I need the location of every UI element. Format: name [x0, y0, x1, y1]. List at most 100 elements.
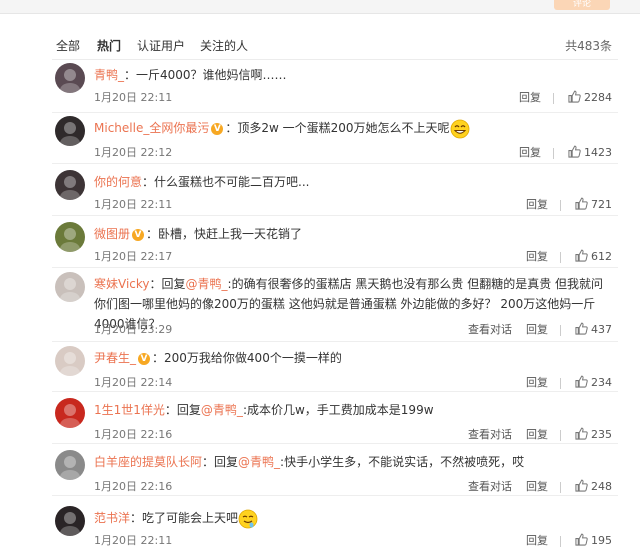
like-count: 248	[591, 480, 612, 493]
filter-tab-hot[interactable]: 热门	[97, 37, 121, 54]
filter-tab-verified[interactable]: 认证用户	[137, 37, 185, 54]
divider	[553, 147, 554, 159]
comment-item: 1生1世1佯光：回复@青鸭_:成本价几w，手工费加成本是199w 1月20日 22…	[52, 398, 618, 444]
comment-text: ：一斤4000？谁他妈信啊……	[124, 68, 287, 82]
username-link[interactable]: 微图册	[94, 227, 130, 241]
comment-text-line: 范书洋：吃了可能会上天吧	[94, 508, 612, 529]
filter-tab-following[interactable]: 关注的人	[200, 37, 248, 54]
like-button[interactable]: 248	[575, 479, 612, 493]
mention-link[interactable]: @青鸭_	[238, 455, 280, 469]
like-button[interactable]: 612	[575, 249, 612, 263]
like-button[interactable]: 721	[575, 197, 612, 211]
top-bar: 评论	[0, 0, 640, 14]
comment-text-line: 1生1世1佯光：回复@青鸭_:成本价几w，手工费加成本是199w	[94, 400, 612, 420]
avatar[interactable]	[55, 346, 85, 376]
divider	[560, 199, 561, 211]
comment-item: 微图册 V ：卧槽，快赶上我一天花销了 1月20日 22:17 回复 612	[52, 222, 618, 268]
reply-button[interactable]: 回复	[526, 321, 548, 337]
like-count: 234	[591, 376, 612, 389]
comment-item: Michelle_全网你最污 V ：顶多2w 一个蛋糕200万她怎么不上天呢 1月20…	[52, 116, 618, 164]
username-link[interactable]: 寒妹Vicky	[94, 277, 150, 291]
comment-time: 1月20日 22:14	[94, 376, 173, 389]
divider	[52, 112, 618, 113]
avatar[interactable]	[55, 398, 85, 428]
like-button[interactable]: 235	[575, 427, 612, 441]
comment-item: 白羊座的提莫队长阿：回复@青鸭_:快手小学生多，不能说实话，不然被喷死，哎 1月2…	[52, 450, 618, 496]
username-link[interactable]: 范书洋	[94, 511, 130, 525]
comment-text: ：卧槽，快赶上我一天花销了	[146, 227, 303, 241]
reply-button[interactable]: 回复	[526, 478, 548, 494]
avatar[interactable]	[55, 272, 85, 302]
username-link[interactable]: Michelle_全网你最污	[94, 121, 209, 135]
comment-time: 1月20日 22:12	[94, 146, 173, 159]
reply-button[interactable]: 回复	[519, 89, 541, 105]
comment-actions: 回复 195	[512, 532, 612, 547]
comment-text-line: Michelle_全网你最污 V ：顶多2w 一个蛋糕200万她怎么不上天呢	[94, 118, 612, 139]
reply-button[interactable]: 回复	[526, 196, 548, 212]
view-conversation-button[interactable]: 查看对话	[468, 478, 512, 494]
view-conversation-button[interactable]: 查看对话	[468, 426, 512, 442]
divider	[52, 59, 618, 60]
comment-time: 1月20日 23:29	[94, 323, 173, 336]
reply-prefix: ：回复	[202, 455, 239, 469]
reply-button[interactable]: 回复	[526, 248, 548, 264]
comment-time: 1月20日 22:17	[94, 250, 173, 263]
like-button[interactable]: 234	[575, 375, 612, 389]
comment-filter-bar: 全部 热门 认证用户 关注的人 共483条	[52, 37, 618, 57]
comment-actions: 回复 612	[512, 248, 612, 264]
comment-text: :快手小学生多，不能说实话，不然被喷死，哎	[280, 455, 525, 469]
avatar[interactable]	[55, 170, 85, 200]
comment-text: ：200万我给你做400个一摸一样的	[152, 351, 342, 365]
thumbs-up-icon	[575, 479, 588, 492]
divider	[560, 251, 561, 263]
thumbs-up-icon	[568, 145, 581, 158]
divider	[52, 495, 618, 496]
divider	[52, 163, 618, 164]
comment-item: 你的何意：什么蛋糕也不可能二百万吧... 1月20日 22:11 回复 721	[52, 170, 618, 216]
avatar[interactable]	[55, 63, 85, 93]
like-button[interactable]: 437	[575, 322, 612, 336]
reply-button[interactable]: 回复	[526, 532, 548, 547]
username-link[interactable]: 尹春生_	[94, 351, 136, 365]
username-link[interactable]: 你的何意	[94, 175, 142, 189]
comment-text-line: 青鸭_：一斤4000？谁他妈信啊……	[94, 65, 612, 85]
like-button[interactable]: 195	[575, 533, 612, 547]
comment-text: ：吃了可能会上天吧	[130, 511, 239, 525]
mention-link[interactable]: @青鸭_	[186, 277, 228, 291]
avatar[interactable]	[55, 222, 85, 252]
comment-item: 范书洋：吃了可能会上天吧 1月20日 22:11 回复 195	[52, 506, 618, 547]
comment-item: 尹春生_ V ：200万我给你做400个一摸一样的 1月20日 22:14 回复 234	[52, 346, 618, 392]
comment-item: 青鸭_：一斤4000？谁他妈信啊…… 1月20日 22:11 回复 2284	[52, 63, 618, 113]
reply-button[interactable]: 回复	[519, 144, 541, 160]
divider	[560, 429, 561, 441]
reply-button[interactable]: 回复	[526, 374, 548, 390]
mention-link[interactable]: @青鸭_	[201, 403, 243, 417]
comment-item: 寒妹Vicky：回复@青鸭_:的确有很奢侈的蛋糕店 黑天鹅也没有那么贵 但翻糖的…	[52, 272, 618, 342]
like-count: 1423	[584, 146, 612, 159]
filter-tab-all[interactable]: 全部	[56, 37, 80, 54]
send-button[interactable]: 评论	[554, 0, 610, 10]
reply-prefix: ：回复	[149, 277, 186, 291]
avatar[interactable]	[55, 450, 85, 480]
thumbs-up-icon	[575, 249, 588, 262]
like-button[interactable]: 1423	[568, 145, 612, 159]
view-conversation-button[interactable]: 查看对话	[468, 321, 512, 337]
avatar[interactable]	[55, 116, 85, 146]
username-link[interactable]: 白羊座的提莫队长阿	[94, 455, 202, 469]
comment-text-line: 你的何意：什么蛋糕也不可能二百万吧...	[94, 172, 612, 192]
like-count: 612	[591, 250, 612, 263]
avatar[interactable]	[55, 506, 85, 536]
username-link[interactable]: 青鸭_	[94, 68, 124, 82]
comment-time: 1月20日 22:11	[94, 91, 173, 104]
verified-badge-icon: V	[132, 228, 145, 241]
reply-button[interactable]: 回复	[526, 426, 548, 442]
like-count: 195	[591, 534, 612, 547]
like-count: 721	[591, 198, 612, 211]
comment-text-line: 尹春生_ V ：200万我给你做400个一摸一样的	[94, 348, 612, 368]
thumbs-up-icon	[575, 322, 588, 335]
like-button[interactable]: 2284	[568, 90, 612, 104]
comment-time: 1月20日 22:11	[94, 198, 173, 211]
username-link[interactable]: 1生1世1佯光	[94, 403, 165, 417]
verified-badge-icon: V	[138, 352, 151, 365]
like-count: 2284	[584, 91, 612, 104]
